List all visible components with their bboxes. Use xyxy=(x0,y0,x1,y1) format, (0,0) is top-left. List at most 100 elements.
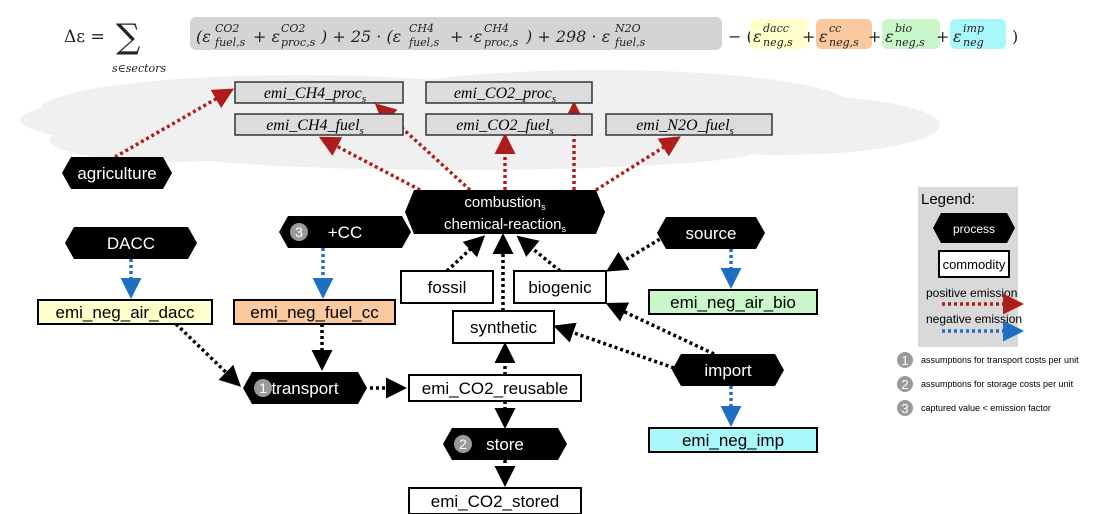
process-source: source xyxy=(657,217,765,249)
emission-box-emi-co2-fuel: emi_CO2_fuels xyxy=(425,113,593,137)
formula-negative-terms: ε daccneg,s + ε ccneg,s + ε bioneg,s + ε impneg xyxy=(750,19,1006,49)
formula-lhs: Δε = xyxy=(64,27,105,47)
svg-text:chemical-reactions: chemical-reactions xyxy=(444,216,567,234)
svg-text:proc,s: proc,s xyxy=(484,36,519,49)
svg-text:neg: neg xyxy=(963,36,984,49)
sum-symbol: ∑ xyxy=(116,17,140,57)
commodity-label: emi_neg_air_bio xyxy=(670,293,796,312)
svg-text:+: + xyxy=(802,27,815,46)
edge-biogenic-combustion xyxy=(516,235,562,273)
svg-text:+: + xyxy=(868,27,881,46)
commodity-label: synthetic xyxy=(470,318,538,337)
svg-text:fuel,s: fuel,s xyxy=(614,36,646,49)
formula-positive-terms: (ε CO2 fuel,s + ε CO2 proc,s ) + 25 · (ε… xyxy=(196,22,646,49)
svg-text:ε: ε xyxy=(753,27,762,46)
svg-text:N2O: N2O xyxy=(614,22,641,35)
edge-dacc-neg-transport xyxy=(174,322,242,387)
svg-text:+: + xyxy=(936,27,949,46)
svg-text:cc: cc xyxy=(829,22,841,35)
formula-term-cc: + ε ccneg,s xyxy=(802,19,872,49)
process-label: import xyxy=(704,361,752,380)
emission-flow-diagram: Δε = ∑ s∈sectors (ε CO2 fuel,s + ε CO2 p… xyxy=(20,17,1079,514)
svg-text:ε: ε xyxy=(885,27,894,46)
svg-text:3: 3 xyxy=(295,224,303,240)
svg-text:1: 1 xyxy=(259,380,267,396)
process-agriculture: agriculture xyxy=(62,157,172,189)
process-combustion: combustions chemical-reactions xyxy=(405,190,605,234)
svg-text:CO2: CO2 xyxy=(215,22,239,35)
process-label: agriculture xyxy=(77,164,156,183)
sum-subscript: s∈sectors xyxy=(112,62,166,75)
commodity-label: emi_neg_air_dacc xyxy=(56,303,195,322)
svg-text:1: 1 xyxy=(901,353,908,368)
process-cc: 3 +CC xyxy=(279,216,411,248)
svg-text:(ε: (ε xyxy=(196,27,211,46)
svg-text:) + 25 · (ε: ) + 25 · (ε xyxy=(320,27,401,46)
commodity-label: emi_neg_imp xyxy=(682,431,784,450)
process-import: import xyxy=(672,354,784,386)
svg-text:neg,s: neg,s xyxy=(829,36,859,49)
nodes: agriculture combustions chemical-reactions… xyxy=(37,157,818,514)
svg-text:proc,s: proc,s xyxy=(281,36,316,49)
commodity-label: emi_neg_fuel_cc xyxy=(250,303,379,322)
commodity-label: biogenic xyxy=(528,278,592,297)
formula-term-imp: + ε impneg xyxy=(936,19,1006,49)
process-dacc: DACC xyxy=(65,227,197,259)
svg-text:neg,s: neg,s xyxy=(763,36,793,49)
legend-process-label: process xyxy=(953,222,995,236)
process-label: store xyxy=(486,435,524,454)
process-label: DACC xyxy=(107,234,155,253)
svg-text:+ ·ε: + ·ε xyxy=(450,27,482,46)
svg-text:dacc: dacc xyxy=(763,22,789,35)
edge-fossil-combustion xyxy=(445,235,486,273)
commodity-emi-co2-stored: emi_CO2_stored xyxy=(408,487,582,514)
svg-text:imp: imp xyxy=(963,22,984,35)
svg-text:CH4: CH4 xyxy=(484,22,509,35)
svg-text:CO2: CO2 xyxy=(281,22,305,35)
svg-text:) + 298 · ε: ) + 298 · ε xyxy=(525,27,610,46)
formula-term-dacc: ε daccneg,s xyxy=(750,19,808,49)
emission-box-emi-ch4-proc: emi_CH4_procs xyxy=(234,81,404,105)
footnote-2: 2 assumptions for storage costs per unit xyxy=(897,376,1074,392)
formula-minus: − ( xyxy=(728,27,753,46)
svg-text:bio: bio xyxy=(895,22,913,35)
footnote-text: assumptions for transport costs per unit xyxy=(921,355,1079,365)
svg-text:fuel,s: fuel,s xyxy=(214,36,246,49)
svg-text:CH4: CH4 xyxy=(409,22,434,35)
emission-box-emi-ch4-fuel: emi_CH4_fuels xyxy=(234,113,404,137)
commodity-emi-neg-fuel-cc: emi_neg_fuel_cc xyxy=(233,299,396,325)
commodity-fossil: fossil xyxy=(400,270,494,304)
process-label: +CC xyxy=(328,223,362,242)
formula-term-bio: + ε bioneg,s xyxy=(868,19,940,49)
svg-text:fuel,s: fuel,s xyxy=(408,36,440,49)
svg-text:2: 2 xyxy=(459,436,467,452)
process-store: 2 store xyxy=(443,428,567,460)
legend-positive-label: positive emission xyxy=(926,286,1017,300)
commodity-label: emi_CO2_stored xyxy=(431,492,560,511)
svg-text:ε: ε xyxy=(953,27,962,46)
svg-text:neg,s: neg,s xyxy=(895,36,925,49)
commodity-emi-neg-air-bio: emi_neg_air_bio xyxy=(648,289,818,315)
emission-box-emi-n2o-fuel: emi_N2O_fuels xyxy=(605,113,773,137)
svg-text:3: 3 xyxy=(901,401,908,416)
commodity-synthetic: synthetic xyxy=(452,310,555,344)
svg-text:combustions: combustions xyxy=(464,194,546,212)
commodity-biogenic: biogenic xyxy=(513,270,607,304)
process-transport: 1 transport xyxy=(243,372,367,404)
formula-close: ) xyxy=(1012,27,1018,46)
footnotes: 1 assumptions for transport costs per uni… xyxy=(897,352,1079,416)
commodity-label: fossil xyxy=(428,278,467,297)
footnote-1: 1 assumptions for transport costs per uni… xyxy=(897,352,1079,368)
svg-text:ε: ε xyxy=(819,27,828,46)
process-label: transport xyxy=(271,379,338,398)
legend: Legend: process commodity positive emiss… xyxy=(918,187,1024,347)
svg-text:+ ε: + ε xyxy=(253,27,280,46)
svg-text:2: 2 xyxy=(901,377,908,392)
edge-import-synthetic xyxy=(553,322,675,370)
footnote-3: 3 captured value < emission factor xyxy=(897,400,1051,416)
formula: Δε = ∑ s∈sectors (ε CO2 fuel,s + ε CO2 p… xyxy=(64,17,1018,75)
commodity-emi-co2-reusable: emi_CO2_reusable xyxy=(408,374,582,402)
commodity-label: emi_CO2_reusable xyxy=(422,379,568,398)
commodity-emi-neg-imp: emi_neg_imp xyxy=(648,427,818,453)
commodity-emi-neg-air-dacc: emi_neg_air_dacc xyxy=(37,299,213,325)
